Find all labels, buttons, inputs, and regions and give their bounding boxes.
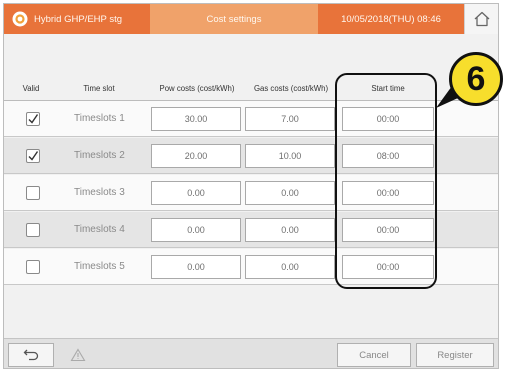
- timeslot-label: Timeslots 2: [74, 150, 125, 161]
- app-title-area: Hybrid GHP/EHP stg: [4, 4, 150, 34]
- start-time-input[interactable]: 00:00: [342, 181, 434, 205]
- table-row: Timeslots 4 0.00 0.00 00:00: [4, 212, 498, 248]
- column-header-valid: Valid: [22, 84, 40, 93]
- checkmark-icon: [28, 151, 39, 161]
- column-header-gas-costs: Gas costs (cost/kWh): [253, 84, 329, 93]
- timeslot-label: Timeslots 4: [74, 224, 125, 235]
- cost-settings-screen: Hybrid GHP/EHP stg Cost settings 10/05/2…: [3, 3, 499, 369]
- footer-bar: Cancel Register: [4, 338, 498, 368]
- cancel-button[interactable]: Cancel: [337, 343, 411, 367]
- column-header-time-slot: Time slot: [83, 84, 115, 93]
- timeslot-label: Timeslots 3: [74, 187, 125, 198]
- screen-title: Cost settings: [206, 13, 262, 25]
- pow-cost-input[interactable]: 20.00: [151, 144, 241, 168]
- column-header-pow-costs: Pow costs (cost/kWh): [159, 84, 235, 93]
- back-arrow-icon: [23, 349, 39, 361]
- pow-cost-input[interactable]: 0.00: [151, 181, 241, 205]
- start-time-input[interactable]: 00:00: [342, 255, 434, 279]
- gas-cost-input[interactable]: 0.00: [245, 181, 335, 205]
- valid-checkbox[interactable]: [26, 223, 40, 237]
- column-header-start-time: Start time: [371, 84, 405, 93]
- header-bar: Hybrid GHP/EHP stg Cost settings 10/05/2…: [4, 4, 498, 34]
- table-row: Timeslots 5 0.00 0.00 00:00: [4, 249, 498, 285]
- valid-checkbox[interactable]: [26, 186, 40, 200]
- datetime-area: 10/05/2018(THU) 08:46: [318, 4, 464, 34]
- gas-cost-input[interactable]: 0.00: [245, 218, 335, 242]
- callout-number-badge: 6: [449, 52, 503, 106]
- datetime: 10/05/2018(THU) 08:46: [341, 13, 441, 25]
- timeslot-label: Timeslots 1: [74, 113, 125, 124]
- table-row: Timeslots 2 20.00 10.00 08:00: [4, 138, 498, 174]
- pow-cost-input[interactable]: 0.00: [151, 255, 241, 279]
- warning-icon: [70, 348, 86, 362]
- register-button[interactable]: Register: [416, 343, 494, 367]
- gas-cost-input[interactable]: 7.00: [245, 107, 335, 131]
- valid-checkbox[interactable]: [26, 260, 40, 274]
- start-time-input[interactable]: 00:00: [342, 107, 434, 131]
- screen-title-area: Cost settings: [150, 4, 318, 34]
- valid-checkbox[interactable]: [26, 149, 40, 163]
- start-time-input[interactable]: 08:00: [342, 144, 434, 168]
- table-row: Timeslots 1 30.00 7.00 00:00: [4, 101, 498, 137]
- timeslot-label: Timeslots 5: [74, 261, 125, 272]
- sun-logo-icon: [12, 11, 28, 27]
- checkmark-icon: [28, 114, 39, 124]
- gas-cost-input[interactable]: 0.00: [245, 255, 335, 279]
- home-icon: [474, 11, 489, 27]
- home-button[interactable]: [464, 4, 498, 34]
- app-title: Hybrid GHP/EHP stg: [34, 13, 122, 25]
- pow-cost-input[interactable]: 30.00: [151, 107, 241, 131]
- table-row: Timeslots 3 0.00 0.00 00:00: [4, 175, 498, 211]
- pow-cost-input[interactable]: 0.00: [151, 218, 241, 242]
- warning-button[interactable]: [56, 343, 100, 367]
- gas-cost-input[interactable]: 10.00: [245, 144, 335, 168]
- back-button[interactable]: [8, 343, 54, 367]
- valid-checkbox[interactable]: [26, 112, 40, 126]
- start-time-input[interactable]: 00:00: [342, 218, 434, 242]
